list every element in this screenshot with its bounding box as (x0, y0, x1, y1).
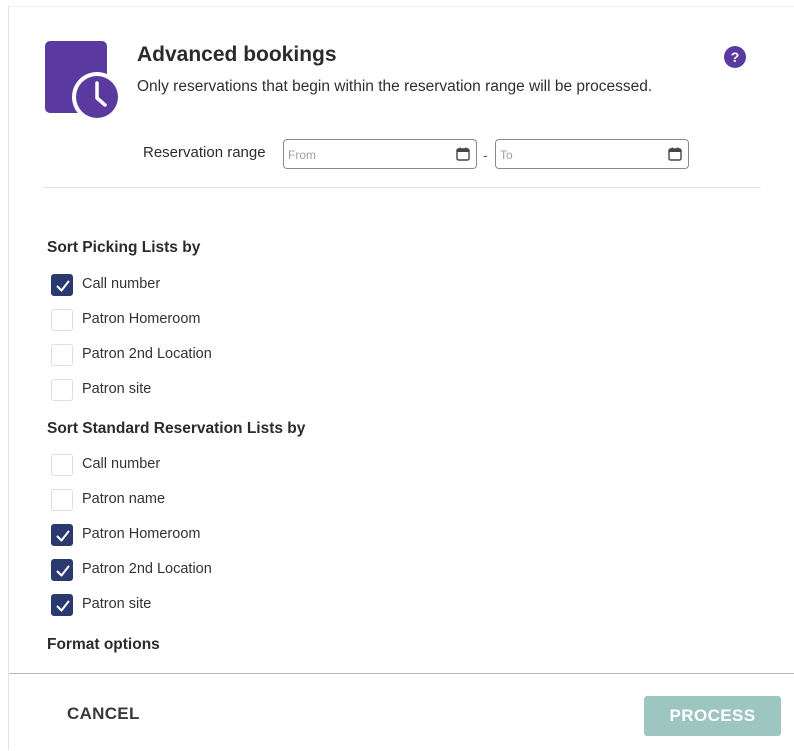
process-button[interactable]: PROCESS (644, 696, 781, 736)
dialog-footer: CANCEL PROCESS (9, 673, 794, 751)
option-label: Patron Homeroom (82, 526, 201, 542)
range-from-input[interactable] (288, 146, 448, 163)
range-to-field[interactable] (495, 139, 689, 169)
standard-option[interactable]: Patron 2nd Location (51, 559, 351, 581)
calendar-icon[interactable] (456, 147, 470, 161)
picking-option[interactable]: Patron 2nd Location (51, 344, 351, 366)
option-label: Patron site (82, 381, 152, 397)
checkmark-icon (56, 565, 70, 577)
calendar-clock-icon (45, 41, 122, 121)
range-separator: - (483, 147, 488, 163)
checkmark-icon (56, 530, 70, 542)
picking-option[interactable]: Patron site (51, 379, 351, 401)
checkmark-icon (56, 600, 70, 612)
option-label: Patron site (82, 596, 152, 612)
checkbox[interactable] (51, 454, 73, 476)
checkbox-checked[interactable] (51, 559, 73, 581)
standard-option[interactable]: Patron name (51, 489, 351, 511)
picking-option[interactable]: Patron Homeroom (51, 309, 351, 331)
checkbox-checked[interactable] (51, 594, 73, 616)
options-scroll-area[interactable]: Sort Picking Lists by Call number Patron… (9, 188, 794, 673)
checkbox-checked[interactable] (51, 274, 73, 296)
section-title-format: Format options (47, 636, 160, 653)
section-title-standard: Sort Standard Reservation Lists by (47, 420, 306, 437)
checkmark-icon (56, 280, 70, 292)
option-label: Call number (82, 456, 161, 472)
standard-option[interactable]: Patron site (51, 594, 351, 616)
checkbox[interactable] (51, 379, 73, 401)
checkbox[interactable] (51, 489, 73, 511)
checkbox[interactable] (51, 309, 73, 331)
dialog-title: Advanced bookings (137, 43, 337, 66)
dialog-subtitle: Only reservations that begin within the … (137, 78, 653, 95)
cancel-button[interactable]: CANCEL (49, 699, 158, 729)
option-label: Patron name (82, 491, 166, 507)
option-label: Patron 2nd Location (82, 346, 212, 362)
checkbox[interactable] (51, 344, 73, 366)
section-title-picking: Sort Picking Lists by (47, 239, 201, 256)
reservation-range-label: Reservation range (143, 144, 266, 161)
question-mark-icon[interactable]: ? (724, 46, 746, 68)
advanced-bookings-dialog: Advanced bookings Only reservations that… (8, 6, 794, 751)
calendar-icon[interactable] (668, 147, 682, 161)
range-to-input[interactable] (500, 146, 660, 163)
option-label: Patron Homeroom (82, 311, 201, 327)
picking-option[interactable]: Call number (51, 274, 351, 296)
dialog-header: Advanced bookings Only reservations that… (9, 7, 794, 197)
standard-option[interactable]: Patron Homeroom (51, 524, 351, 546)
checkbox-checked[interactable] (51, 524, 73, 546)
option-label: Call number (82, 276, 161, 292)
standard-option[interactable]: Call number (51, 454, 351, 476)
option-label: Patron 2nd Location (82, 561, 212, 577)
range-from-field[interactable] (283, 139, 477, 169)
